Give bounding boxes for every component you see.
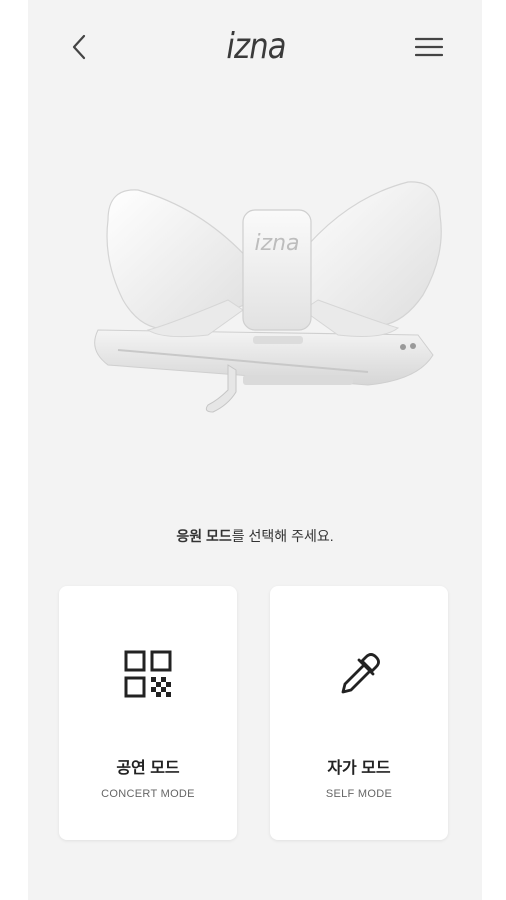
eyedropper-icon [329,644,389,704]
prompt-bold: 응원 모드 [176,528,232,544]
qr-code-icon [118,644,178,704]
back-button[interactable] [64,30,94,64]
concert-mode-title: 공연 모드 [116,760,180,777]
top-bar: izna [28,0,482,96]
app-screen: izna izna 응원 모드를 선택해 주세요. 공연 모드 CONCERT … [28,0,482,900]
menu-button[interactable] [412,32,446,62]
emblem-logo: izna [254,231,299,256]
concert-mode-card[interactable]: 공연 모드 CONCERT MODE [59,586,237,840]
chevron-left-icon [72,34,86,60]
prompt-rest: 를 선택해 주세요. [231,528,334,544]
self-mode-subtitle: SELF MODE [325,788,393,800]
hamburger-menu-icon [415,37,443,57]
lightstick-bracelet-image: izna [94,181,442,413]
self-mode-title: 자가 모드 [327,760,391,777]
app-logo: izna [226,25,286,67]
self-mode-card[interactable]: 자가 모드 SELF MODE [270,586,448,840]
concert-mode-subtitle: CONCERT MODE [101,788,195,800]
mode-select-prompt: 응원 모드를 선택해 주세요. [28,526,482,546]
